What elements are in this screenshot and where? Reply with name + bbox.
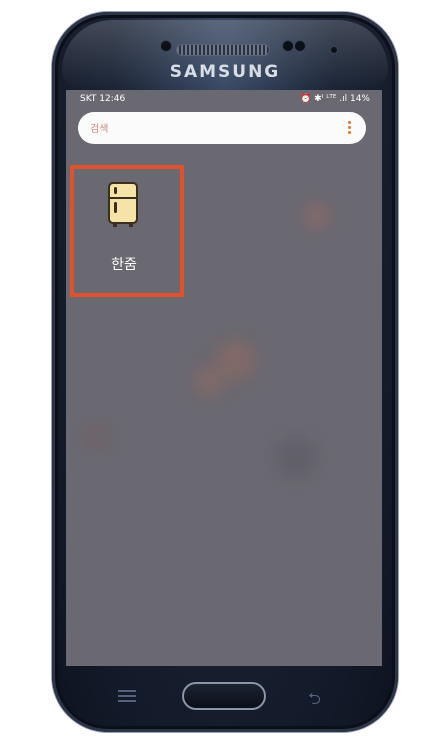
proximity-sensor xyxy=(294,40,306,52)
status-bar: SKT 12:46 ⏰ ✱ᴵ ᴸᵀᴱ .ıl 14% xyxy=(66,90,382,108)
home-button[interactable] xyxy=(182,682,266,710)
brand-logo: SAMSUNG xyxy=(169,62,281,82)
wallpaper-blob xyxy=(276,438,316,478)
notification-led xyxy=(330,46,338,54)
carrier-time: SKT 12:46 xyxy=(80,94,126,104)
wallpaper-blob xyxy=(84,424,110,450)
light-sensor xyxy=(160,40,172,52)
more-vert-icon[interactable] xyxy=(348,121,352,135)
back-key-icon[interactable]: ⮌ xyxy=(308,688,321,715)
wallpaper-blob xyxy=(194,366,224,396)
search-input[interactable] xyxy=(88,120,332,138)
earpiece-speaker xyxy=(176,44,270,56)
menu-key-icon[interactable] xyxy=(118,690,136,702)
highlight-box xyxy=(70,165,184,297)
wallpaper-blob xyxy=(302,202,330,230)
search-bar[interactable] xyxy=(78,112,366,144)
status-indicators: ⏰ ✱ᴵ ᴸᵀᴱ .ıl 14% xyxy=(300,94,370,104)
front-camera xyxy=(282,40,294,52)
